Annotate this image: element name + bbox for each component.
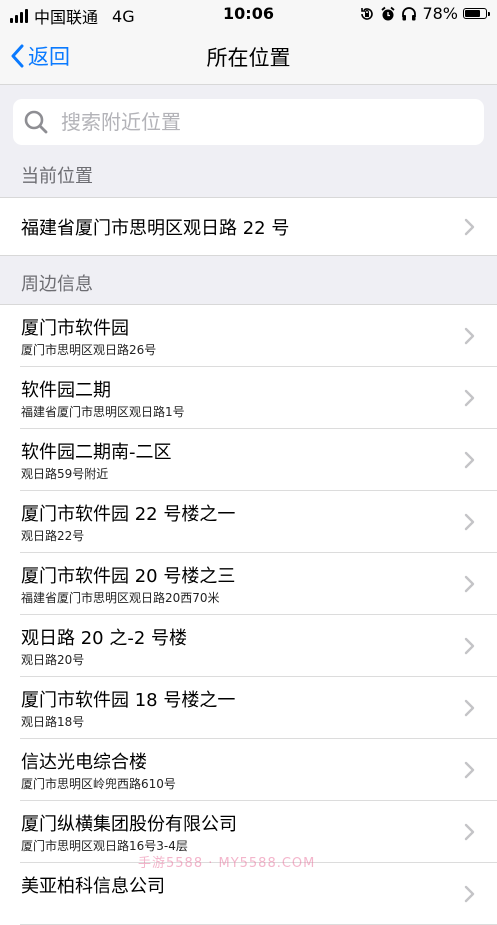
nearby-list: 厦门市软件园 厦门市思明区观日路26号 软件园二期 福建省厦门市思明区观日路1号 软件园… bbox=[0, 304, 497, 925]
nearby-list-item[interactable]: 厦门市软件园厦门市思明区观日路26号 bbox=[0, 305, 497, 367]
nearby-header: 周边信息 bbox=[21, 274, 93, 295]
place-address: 福建省厦门市思明区观日路20西70米 bbox=[21, 591, 220, 605]
place-name: 厦门市软件园 20 号楼之三 bbox=[21, 566, 236, 587]
place-address: 观日路18号 bbox=[21, 715, 85, 729]
page-title: 所在位置 bbox=[206, 46, 291, 70]
place-address: 观日路59号附近 bbox=[21, 467, 109, 481]
chevron-right-icon bbox=[464, 513, 475, 531]
search-bar[interactable] bbox=[13, 99, 484, 145]
nearby-list-item[interactable]: 软件园二期南-二区观日路59号附近 bbox=[0, 429, 497, 491]
place-address: 观日路20号 bbox=[21, 653, 85, 667]
chevron-right-icon bbox=[464, 218, 475, 236]
place-name: 观日路 20 之-2 号楼 bbox=[21, 628, 188, 649]
chevron-right-icon bbox=[464, 761, 475, 779]
chevron-right-icon bbox=[464, 823, 475, 841]
place-address: 厦门市思明区岭兜西路610号 bbox=[21, 777, 176, 791]
battery-fill bbox=[465, 10, 480, 17]
nearby-list-item[interactable]: 美亚柏科信息公司 bbox=[0, 863, 497, 925]
battery-icon bbox=[463, 8, 490, 19]
place-name: 美亚柏科信息公司 bbox=[21, 876, 165, 897]
chevron-right-icon bbox=[464, 885, 475, 903]
status-bar: 中国联通 4G 10:06 78% bbox=[0, 0, 497, 28]
place-name: 软件园二期 bbox=[21, 380, 111, 401]
nearby-list-item[interactable]: 软件园二期福建省厦门市思明区观日路1号 bbox=[0, 367, 497, 429]
headphones-icon bbox=[402, 6, 417, 20]
place-name: 厦门市软件园 18 号楼之一 bbox=[21, 690, 236, 711]
chevron-right-icon bbox=[464, 451, 475, 469]
rotation-lock-icon bbox=[361, 7, 374, 20]
current-location-row[interactable]: 福建省厦门市思明区观日路 22 号 bbox=[0, 197, 497, 256]
search-icon bbox=[24, 110, 48, 134]
nearby-list-item[interactable]: 厦门市软件园 18 号楼之一观日路18号 bbox=[0, 677, 497, 739]
chevron-right-icon bbox=[464, 389, 475, 407]
battery-percent: 78% bbox=[422, 4, 458, 23]
place-name: 厦门市软件园 22 号楼之一 bbox=[21, 504, 236, 525]
nearby-list-item[interactable]: 厦门市软件园 20 号楼之三福建省厦门市思明区观日路20西70米 bbox=[0, 553, 497, 615]
current-address: 福建省厦门市思明区观日路 22 号 bbox=[21, 218, 290, 239]
place-name: 厦门市软件园 bbox=[21, 318, 129, 339]
alarm-icon bbox=[381, 6, 396, 20]
current-location-header: 当前位置 bbox=[21, 166, 93, 187]
status-right: 78% bbox=[359, 4, 490, 23]
chevron-right-icon bbox=[464, 575, 475, 593]
place-name: 信达光电综合楼 bbox=[21, 752, 147, 773]
nearby-list-item[interactable]: 信达光电综合楼厦门市思明区岭兜西路610号 bbox=[0, 739, 497, 801]
nearby-list-item[interactable]: 观日路 20 之-2 号楼观日路20号 bbox=[0, 615, 497, 677]
chevron-right-icon bbox=[464, 637, 475, 655]
nav-bar: 返回 所在位置 bbox=[0, 28, 497, 85]
chevron-right-icon bbox=[464, 699, 475, 717]
place-address: 观日路22号 bbox=[21, 529, 85, 543]
search-input[interactable] bbox=[59, 109, 463, 135]
place-name: 厦门纵横集团股份有限公司 bbox=[21, 814, 237, 835]
nearby-list-item[interactable]: 厦门市软件园 22 号楼之一观日路22号 bbox=[0, 491, 497, 553]
place-name: 软件园二期南-二区 bbox=[21, 442, 172, 463]
watermark: 手游5588 · MY5588.COM bbox=[138, 856, 316, 871]
place-address: 厦门市思明区观日路26号 bbox=[21, 343, 157, 357]
chevron-right-icon bbox=[464, 327, 475, 345]
place-address: 福建省厦门市思明区观日路1号 bbox=[21, 405, 185, 419]
